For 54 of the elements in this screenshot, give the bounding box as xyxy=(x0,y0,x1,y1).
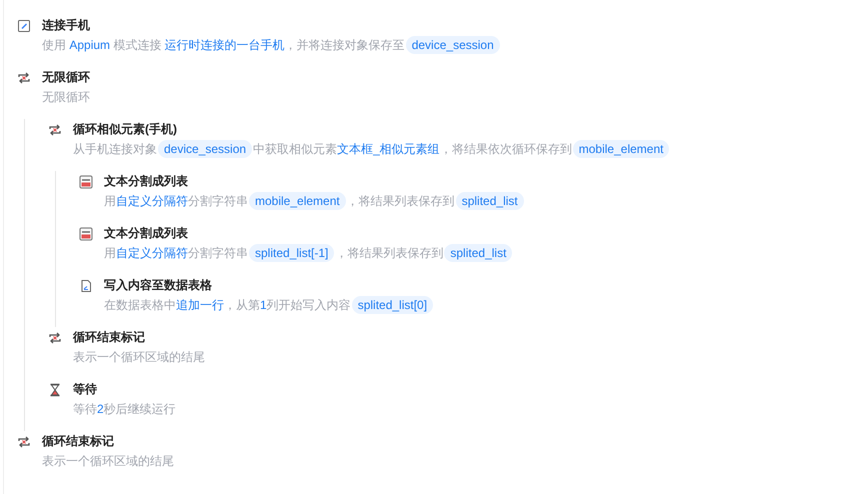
variable-tag: splited_list[0] xyxy=(352,296,434,314)
loop-icon xyxy=(48,123,62,137)
description-text: ，并将连接对象保存至 xyxy=(284,37,405,54)
description-text: ，从第 xyxy=(224,297,260,314)
description-text: 用 xyxy=(104,245,116,262)
description-text: 表示一个循环区域的结尾 xyxy=(42,453,174,470)
description-text: ，将结果列表保存到 xyxy=(335,245,444,262)
description-text: 从手机连接对象 xyxy=(73,141,157,158)
hourglass-icon xyxy=(48,383,62,397)
link-text[interactable]: 文本框_相似元素组 xyxy=(337,140,440,158)
variable-tag: splited_list[-1] xyxy=(249,244,334,262)
variable-tag: device_session xyxy=(406,36,500,54)
step-title: 写入内容至数据表格 xyxy=(104,277,213,294)
link-text[interactable]: 自定义分隔符 xyxy=(116,244,188,262)
step-title: 等待 xyxy=(73,381,98,398)
step-title: 文本分割成列表 xyxy=(104,173,189,190)
link-text[interactable]: Appium xyxy=(69,36,110,54)
loop-icon xyxy=(17,435,31,449)
step-title: 文本分割成列表 xyxy=(104,225,189,242)
variable-tag: device_session xyxy=(158,140,252,158)
text-split-icon xyxy=(79,227,93,241)
description-text: 分割字符串 xyxy=(188,193,248,210)
description-text: 用 xyxy=(104,193,116,210)
file-icon xyxy=(79,279,93,293)
description-text: 中获取相似元素 xyxy=(253,141,338,158)
document-icon xyxy=(17,19,31,33)
description-text: ，将结果列表保存到 xyxy=(346,193,455,210)
link-text[interactable]: 2 xyxy=(97,400,104,418)
description-text: 表示一个循环区域的结尾 xyxy=(73,349,205,366)
description-text: 等待 xyxy=(73,401,97,418)
text-split-icon xyxy=(79,175,93,189)
variable-tag: splited_list xyxy=(456,192,524,210)
step-title: 循环结束标记 xyxy=(73,329,146,346)
step-title: 连接手机 xyxy=(42,17,91,34)
description-text: ，将结果依次循环保存到 xyxy=(440,141,572,158)
description-text: 分割字符串 xyxy=(188,245,248,262)
description-text: 秒后继续运行 xyxy=(104,401,176,418)
step-title: 无限循环 xyxy=(42,69,90,86)
step-title: 循环结束标记 xyxy=(42,433,115,450)
description-text: 在数据表格中 xyxy=(104,297,176,314)
link-text[interactable]: 1 xyxy=(260,296,267,314)
description-text: 无限循环 xyxy=(42,89,90,106)
link-text[interactable]: 追加一行 xyxy=(176,296,224,314)
variable-tag: splited_list xyxy=(444,244,512,262)
description-text: 模式连接 xyxy=(112,37,162,54)
link-text[interactable]: 运行时连接的一台手机 xyxy=(164,36,285,54)
loop-icon xyxy=(17,71,31,85)
description-text: 列开始写入内容 xyxy=(266,297,351,314)
link-text[interactable]: 自定义分隔符 xyxy=(116,192,188,210)
description-text: 使用 xyxy=(42,37,67,54)
step-title: 循环相似元素(手机) xyxy=(73,121,178,138)
loop-icon xyxy=(48,331,62,345)
variable-tag: mobile_element xyxy=(249,192,346,210)
variable-tag: mobile_element xyxy=(572,140,670,158)
